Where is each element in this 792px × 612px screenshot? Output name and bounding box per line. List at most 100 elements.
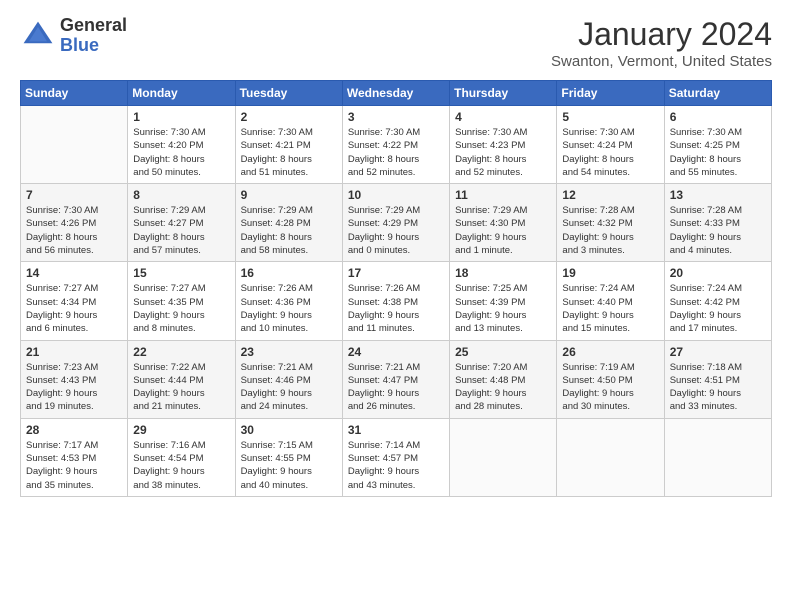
day-number: 28 [26, 423, 122, 437]
day-number: 21 [26, 345, 122, 359]
table-cell: 23 Sunrise: 7:21 AM Sunset: 4:46 PM Dayli… [235, 340, 342, 418]
day-number: 16 [241, 266, 337, 280]
logo-general-text: General [60, 16, 127, 36]
day-number: 8 [133, 188, 229, 202]
header-wednesday: Wednesday [342, 81, 449, 106]
table-cell: 8Sunrise: 7:29 AM Sunset: 4:27 PM Daylig… [128, 184, 235, 262]
logo: General Blue [20, 16, 127, 56]
day-number: 12 [562, 188, 658, 202]
table-cell: 18 Sunrise: 7:25 AM Sunset: 4:39 PM Dayli… [450, 262, 557, 340]
week-row-5: 28 Sunrise: 7:17 AM Sunset: 4:53 PM Dayli… [21, 418, 772, 496]
cell-content: Sunrise: 7:30 AM Sunset: 4:20 PM Dayligh… [133, 126, 229, 179]
day-number: 9 [241, 188, 337, 202]
table-cell: 22Sunrise: 7:22 AM Sunset: 4:44 PM Dayli… [128, 340, 235, 418]
month-title: January 2024 [551, 16, 772, 53]
table-cell: 29Sunrise: 7:16 AM Sunset: 4:54 PM Dayli… [128, 418, 235, 496]
day-number: 23 [241, 345, 337, 359]
page: General Blue January 2024 Swanton, Vermo… [0, 0, 792, 612]
table-cell [664, 418, 771, 496]
day-number: 25 [455, 345, 551, 359]
table-cell: 28 Sunrise: 7:17 AM Sunset: 4:53 PM Dayli… [21, 418, 128, 496]
header-row: SundayMondayTuesdayWednesdayThursdayFrid… [21, 81, 772, 106]
table-cell: 19 Sunrise: 7:24 AM Sunset: 4:40 PM Dayli… [557, 262, 664, 340]
table-cell: 16 Sunrise: 7:26 AM Sunset: 4:36 PM Dayli… [235, 262, 342, 340]
day-number: 24 [348, 345, 444, 359]
title-block: January 2024 Swanton, Vermont, United St… [551, 16, 772, 70]
cell-content: Sunrise: 7:29 AM Sunset: 4:28 PM Dayligh… [241, 204, 337, 257]
day-number: 4 [455, 110, 551, 124]
table-cell: 17 Sunrise: 7:26 AM Sunset: 4:38 PM Dayli… [342, 262, 449, 340]
week-row-3: 14 Sunrise: 7:27 AM Sunset: 4:34 PM Dayli… [21, 262, 772, 340]
week-row-2: 7 Sunrise: 7:30 AM Sunset: 4:26 PM Daylig… [21, 184, 772, 262]
header-monday: Monday [128, 81, 235, 106]
cell-content: Sunrise: 7:29 AM Sunset: 4:30 PM Dayligh… [455, 204, 551, 257]
week-row-4: 21 Sunrise: 7:23 AM Sunset: 4:43 PM Dayli… [21, 340, 772, 418]
location-title: Swanton, Vermont, United States [551, 53, 772, 70]
day-number: 6 [670, 110, 766, 124]
logo-text: General Blue [60, 16, 127, 56]
cell-content: Sunrise: 7:27 AM Sunset: 4:34 PM Dayligh… [26, 282, 122, 335]
day-number: 3 [348, 110, 444, 124]
cell-content: Sunrise: 7:25 AM Sunset: 4:39 PM Dayligh… [455, 282, 551, 335]
table-cell: 20Sunrise: 7:24 AM Sunset: 4:42 PM Dayli… [664, 262, 771, 340]
header-thursday: Thursday [450, 81, 557, 106]
day-number: 31 [348, 423, 444, 437]
day-number: 7 [26, 188, 122, 202]
header-friday: Friday [557, 81, 664, 106]
table-cell [557, 418, 664, 496]
header-saturday: Saturday [664, 81, 771, 106]
table-cell: 6 Sunrise: 7:30 AM Sunset: 4:25 PM Daylig… [664, 106, 771, 184]
calendar-body: 1Sunrise: 7:30 AM Sunset: 4:20 PM Daylig… [21, 106, 772, 497]
cell-content: Sunrise: 7:30 AM Sunset: 4:26 PM Dayligh… [26, 204, 122, 257]
day-number: 10 [348, 188, 444, 202]
cell-content: Sunrise: 7:30 AM Sunset: 4:25 PM Dayligh… [670, 126, 766, 179]
cell-content: Sunrise: 7:27 AM Sunset: 4:35 PM Dayligh… [133, 282, 229, 335]
cell-content: Sunrise: 7:17 AM Sunset: 4:53 PM Dayligh… [26, 439, 122, 492]
table-cell: 12Sunrise: 7:28 AM Sunset: 4:32 PM Dayli… [557, 184, 664, 262]
cell-content: Sunrise: 7:30 AM Sunset: 4:23 PM Dayligh… [455, 126, 551, 179]
calendar-header: SundayMondayTuesdayWednesdayThursdayFrid… [21, 81, 772, 106]
header: General Blue January 2024 Swanton, Vermo… [20, 16, 772, 70]
table-cell: 25 Sunrise: 7:20 AM Sunset: 4:48 PM Dayli… [450, 340, 557, 418]
table-cell [450, 418, 557, 496]
header-tuesday: Tuesday [235, 81, 342, 106]
table-cell: 9 Sunrise: 7:29 AM Sunset: 4:28 PM Daylig… [235, 184, 342, 262]
table-cell: 14 Sunrise: 7:27 AM Sunset: 4:34 PM Dayli… [21, 262, 128, 340]
table-cell: 5 Sunrise: 7:30 AM Sunset: 4:24 PM Daylig… [557, 106, 664, 184]
cell-content: Sunrise: 7:30 AM Sunset: 4:24 PM Dayligh… [562, 126, 658, 179]
table-cell: 13 Sunrise: 7:28 AM Sunset: 4:33 PM Dayli… [664, 184, 771, 262]
header-sunday: Sunday [21, 81, 128, 106]
cell-content: Sunrise: 7:21 AM Sunset: 4:46 PM Dayligh… [241, 361, 337, 414]
table-cell: 21 Sunrise: 7:23 AM Sunset: 4:43 PM Dayli… [21, 340, 128, 418]
cell-content: Sunrise: 7:30 AM Sunset: 4:21 PM Dayligh… [241, 126, 337, 179]
table-cell: 7 Sunrise: 7:30 AM Sunset: 4:26 PM Daylig… [21, 184, 128, 262]
cell-content: Sunrise: 7:18 AM Sunset: 4:51 PM Dayligh… [670, 361, 766, 414]
calendar-table: SundayMondayTuesdayWednesdayThursdayFrid… [20, 80, 772, 497]
cell-content: Sunrise: 7:26 AM Sunset: 4:38 PM Dayligh… [348, 282, 444, 335]
cell-content: Sunrise: 7:22 AM Sunset: 4:44 PM Dayligh… [133, 361, 229, 414]
cell-content: Sunrise: 7:29 AM Sunset: 4:29 PM Dayligh… [348, 204, 444, 257]
day-number: 19 [562, 266, 658, 280]
day-number: 17 [348, 266, 444, 280]
cell-content: Sunrise: 7:24 AM Sunset: 4:40 PM Dayligh… [562, 282, 658, 335]
cell-content: Sunrise: 7:23 AM Sunset: 4:43 PM Dayligh… [26, 361, 122, 414]
table-cell: 4 Sunrise: 7:30 AM Sunset: 4:23 PM Daylig… [450, 106, 557, 184]
logo-blue-text: Blue [60, 36, 127, 56]
day-number: 11 [455, 188, 551, 202]
cell-content: Sunrise: 7:28 AM Sunset: 4:33 PM Dayligh… [670, 204, 766, 257]
table-cell: 1Sunrise: 7:30 AM Sunset: 4:20 PM Daylig… [128, 106, 235, 184]
day-number: 14 [26, 266, 122, 280]
day-number: 26 [562, 345, 658, 359]
cell-content: Sunrise: 7:21 AM Sunset: 4:47 PM Dayligh… [348, 361, 444, 414]
table-cell: 10 Sunrise: 7:29 AM Sunset: 4:29 PM Dayli… [342, 184, 449, 262]
day-number: 13 [670, 188, 766, 202]
day-number: 5 [562, 110, 658, 124]
table-cell: 3Sunrise: 7:30 AM Sunset: 4:22 PM Daylig… [342, 106, 449, 184]
cell-content: Sunrise: 7:26 AM Sunset: 4:36 PM Dayligh… [241, 282, 337, 335]
day-number: 30 [241, 423, 337, 437]
cell-content: Sunrise: 7:20 AM Sunset: 4:48 PM Dayligh… [455, 361, 551, 414]
table-cell: 11 Sunrise: 7:29 AM Sunset: 4:30 PM Dayli… [450, 184, 557, 262]
table-cell: 31Sunrise: 7:14 AM Sunset: 4:57 PM Dayli… [342, 418, 449, 496]
day-number: 18 [455, 266, 551, 280]
logo-icon [20, 18, 56, 54]
